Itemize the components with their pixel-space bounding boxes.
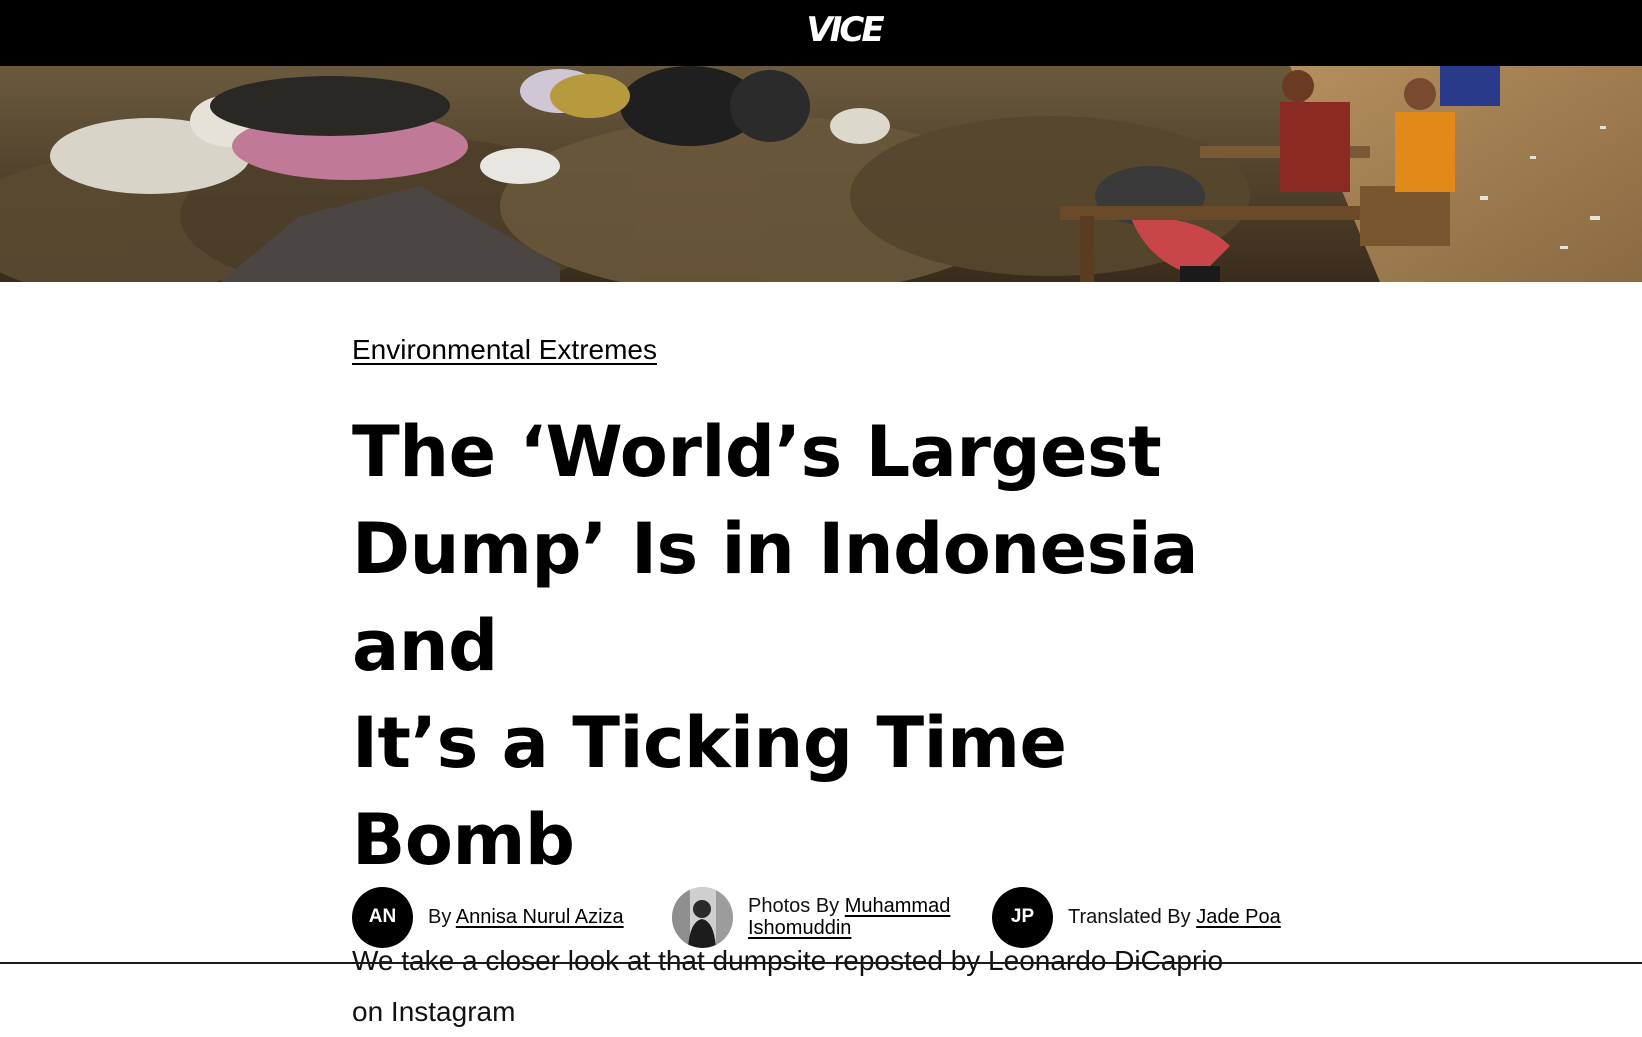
photographer-name-line: Ishomuddin [748, 917, 852, 939]
byline-photographer: Photos By Muhammad Ishomuddin [672, 886, 950, 948]
dek-line: We take a closer look at that dumpsite r… [352, 945, 1224, 976]
byline-author-text: By Annisa Nurul Aziza [428, 906, 624, 928]
vice-logo[interactable]: VICE [788, 8, 900, 52]
byline-prefix: Photos By [748, 895, 840, 917]
byline-translator-text: Translated By Jade Poa [1068, 906, 1281, 928]
vice-logo-text: VICE [806, 10, 884, 50]
avatar: AN [352, 886, 413, 948]
top-nav-bar: VICE [0, 0, 1642, 66]
headline-line: The ‘World’s Largest [352, 411, 1162, 493]
author-link[interactable]: Annisa Nurul Aziza [456, 906, 624, 928]
translator-link[interactable]: Jade Poa [1196, 906, 1281, 928]
byline-photographer-text: Photos By Muhammad Ishomuddin [748, 895, 950, 939]
hero-image [0, 66, 1642, 282]
avatar: JP [992, 886, 1053, 948]
byline-prefix: By [428, 906, 452, 928]
hero-photo-dumpsite-icon [0, 66, 1642, 282]
headline-line: It’s a Ticking Time Bomb [352, 702, 1067, 881]
byline-row: AN By Annisa Nurul Aziza Photos By Muham… [352, 886, 1332, 948]
byline-prefix: Translated By [1068, 906, 1191, 928]
article-headline: The ‘World’s Largest Dump’ Is in Indones… [352, 404, 1312, 889]
photographer-photo-icon [672, 886, 733, 948]
headline-line: Dump’ Is in Indonesia and [352, 508, 1199, 687]
byline-translator: JP Translated By Jade Poa [992, 886, 1281, 948]
photographer-name-line: Muhammad [844, 895, 951, 917]
dek-line: on Instagram [352, 996, 516, 1027]
byline-author: AN By Annisa Nurul Aziza [352, 886, 624, 948]
article-dek: We take a closer look at that dumpsite r… [352, 935, 1312, 1037]
category-link[interactable]: Environmental Extremes [352, 330, 657, 370]
